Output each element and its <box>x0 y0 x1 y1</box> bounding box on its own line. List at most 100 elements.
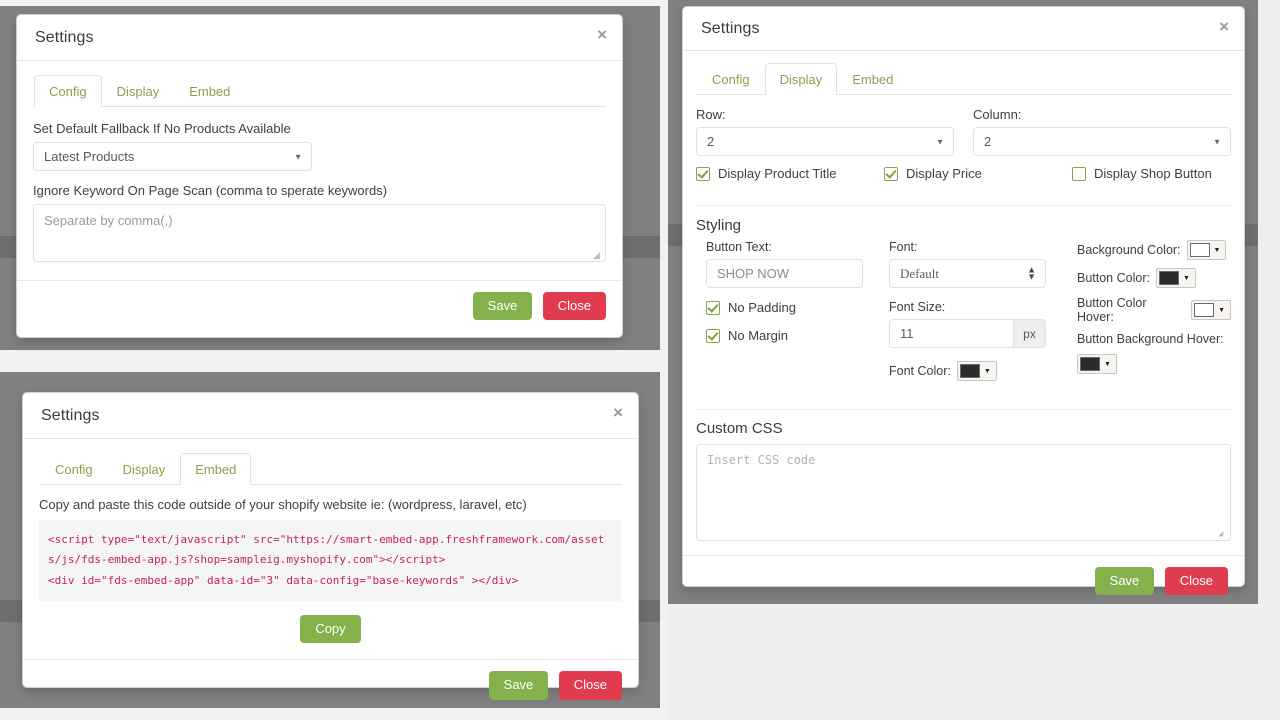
font-color-group: Font Color: ▼ <box>889 361 1069 381</box>
close-button[interactable]: Close <box>542 292 606 321</box>
row-select[interactable]: 2 ▼ <box>696 127 954 156</box>
font-select-value: Default <box>900 265 939 281</box>
checkbox-label: Display Product Title <box>718 166 837 181</box>
page-title: Settings <box>41 407 100 424</box>
checkbox-icon[interactable] <box>706 300 720 315</box>
embed-code-block[interactable]: <script type="text/javascript" src="http… <box>39 520 622 602</box>
close-button[interactable]: Close <box>1164 567 1228 596</box>
font-size-input[interactable]: 11 <box>889 319 1014 348</box>
font-label: Font: <box>889 240 918 254</box>
checkbox-label: Display Price <box>906 166 982 181</box>
tab-bar: Config Display Embed <box>33 75 606 107</box>
button-color-label: Button Color: <box>1077 271 1150 285</box>
tab-display[interactable]: Display <box>102 75 175 107</box>
button-color-picker[interactable]: ▼ <box>1155 268 1196 288</box>
chevron-down-icon: ▼ <box>1104 360 1111 368</box>
color-chip <box>1158 271 1179 285</box>
save-button[interactable]: Save <box>1094 567 1155 596</box>
ignore-keyword-textarea[interactable]: Separate by comma(,) ◢ <box>33 204 606 262</box>
background-color-picker[interactable]: ▼ <box>1186 240 1227 260</box>
row-column-group: Row: 2 ▼ Column: 2 ▼ <box>696 107 1231 156</box>
checkbox-label: Display Shop Button <box>1094 166 1212 181</box>
copy-button[interactable]: Copy <box>300 615 361 644</box>
ignore-keyword-label: Ignore Keyword On Page Scan (comma to sp… <box>33 183 388 198</box>
display-options-row: Display Product Title Display Price Disp… <box>696 166 1231 181</box>
checkbox-icon[interactable] <box>884 166 898 181</box>
background-color-group: Background Color: ▼ <box>1077 240 1231 260</box>
page-title: Settings <box>701 20 760 37</box>
embed-instruction: Copy and paste this code outside of your… <box>39 497 527 512</box>
styling-grid: Button Text: SHOP NOW No Padding No Marg… <box>696 240 1231 381</box>
styling-col-button: Button Text: SHOP NOW No Padding No Marg… <box>696 240 889 381</box>
modal-header: Settings × <box>683 7 1244 51</box>
save-button[interactable]: Save <box>472 292 533 321</box>
tab-embed[interactable]: Embed <box>180 453 252 485</box>
modal-header: Settings × <box>17 15 622 61</box>
tab-embed[interactable]: Embed <box>837 63 908 95</box>
row-label: Row: <box>696 107 726 122</box>
checkbox-display-product-title[interactable]: Display Product Title <box>696 166 884 181</box>
chevron-down-icon: ▼ <box>1213 137 1221 146</box>
styling-title: Styling <box>696 217 742 234</box>
color-chip <box>1080 357 1100 371</box>
tab-config[interactable]: Config <box>34 75 102 107</box>
screenshot-config: Settings × Config Display Embed Set Defa… <box>0 0 668 356</box>
tab-display[interactable]: Display <box>764 63 838 95</box>
resize-grip-icon[interactable]: ◢ <box>593 250 603 260</box>
chevron-updown-icon: ▲ ▼ <box>1027 263 1036 282</box>
tab-display[interactable]: Display <box>108 453 181 485</box>
fallback-select[interactable]: Latest Products ▼ <box>33 142 312 171</box>
checkbox-display-shop-button[interactable]: Display Shop Button <box>1072 166 1212 181</box>
font-size-unit: px <box>1014 319 1046 348</box>
save-button[interactable]: Save <box>488 671 549 700</box>
button-background-hover-group: Button Background Hover: ▼ <box>1077 332 1231 374</box>
resize-grip-icon[interactable]: ◢ <box>1218 529 1228 539</box>
checkbox-no-padding[interactable]: No Padding <box>706 300 889 315</box>
divider <box>696 409 1231 410</box>
checkbox-icon[interactable] <box>1072 166 1086 181</box>
fallback-select-value: Latest Products <box>44 149 135 164</box>
screenshot-display: Settings × Config Display Embed Row: 2 ▼ <box>668 0 1280 720</box>
font-select[interactable]: Default ▲ ▼ <box>889 259 1046 288</box>
font-color-picker[interactable]: ▼ <box>956 361 997 381</box>
styling-col-font: Font: Default ▲ ▼ Font Size: 11 px Font … <box>889 240 1069 381</box>
button-color-hover-picker[interactable]: ▼ <box>1191 300 1231 320</box>
button-background-hover-label: Button Background Hover: <box>1077 332 1224 346</box>
button-background-hover-picker[interactable]: ▼ <box>1077 354 1117 374</box>
chevron-down-icon: ▼ <box>1213 246 1221 254</box>
custom-css-placeholder: Insert CSS code <box>707 453 816 467</box>
checkbox-icon[interactable] <box>706 328 720 343</box>
fallback-label: Set Default Fallback If No Products Avai… <box>33 121 291 136</box>
color-chip <box>1194 303 1215 317</box>
chevron-down-icon: ▼ <box>1218 306 1225 314</box>
font-size-group: 11 px <box>889 319 1046 348</box>
embed-code-line-1: <script type="text/javascript" src="http… <box>48 533 605 567</box>
tab-embed[interactable]: Embed <box>174 75 245 107</box>
close-button[interactable]: Close <box>558 671 622 700</box>
modal-footer: Save Close <box>23 659 638 710</box>
button-text-input[interactable]: SHOP NOW <box>706 259 863 288</box>
column-select[interactable]: 2 ▼ <box>973 127 1231 156</box>
button-color-group: Button Color: ▼ <box>1077 268 1231 288</box>
font-size-unit-label: px <box>1023 326 1036 341</box>
button-text-value: SHOP NOW <box>717 266 789 281</box>
checkbox-no-margin[interactable]: No Margin <box>706 328 889 343</box>
modal-header: Settings × <box>23 393 638 439</box>
tab-config[interactable]: Config <box>40 453 108 485</box>
tab-config[interactable]: Config <box>697 63 765 95</box>
checkbox-display-price[interactable]: Display Price <box>884 166 1072 181</box>
font-size-label: Font Size: <box>889 300 946 314</box>
row-select-value: 2 <box>707 134 715 149</box>
screenshot-embed: Settings × Config Display Embed Copy and… <box>0 372 668 720</box>
checkbox-label: No Padding <box>728 300 796 315</box>
button-text-label: Button Text: <box>706 240 772 254</box>
checkbox-icon[interactable] <box>696 166 710 181</box>
screenshot-stage: Settings × Config Display Embed Set Defa… <box>0 0 1280 720</box>
close-icon[interactable]: × <box>613 404 623 421</box>
page-title: Settings <box>35 29 94 46</box>
custom-css-title: Custom CSS <box>696 420 783 437</box>
tab-bar: Config Display Embed <box>39 453 622 485</box>
close-icon[interactable]: × <box>597 26 607 43</box>
close-icon[interactable]: × <box>1219 18 1229 35</box>
custom-css-textarea[interactable]: Insert CSS code ◢ <box>696 444 1231 541</box>
